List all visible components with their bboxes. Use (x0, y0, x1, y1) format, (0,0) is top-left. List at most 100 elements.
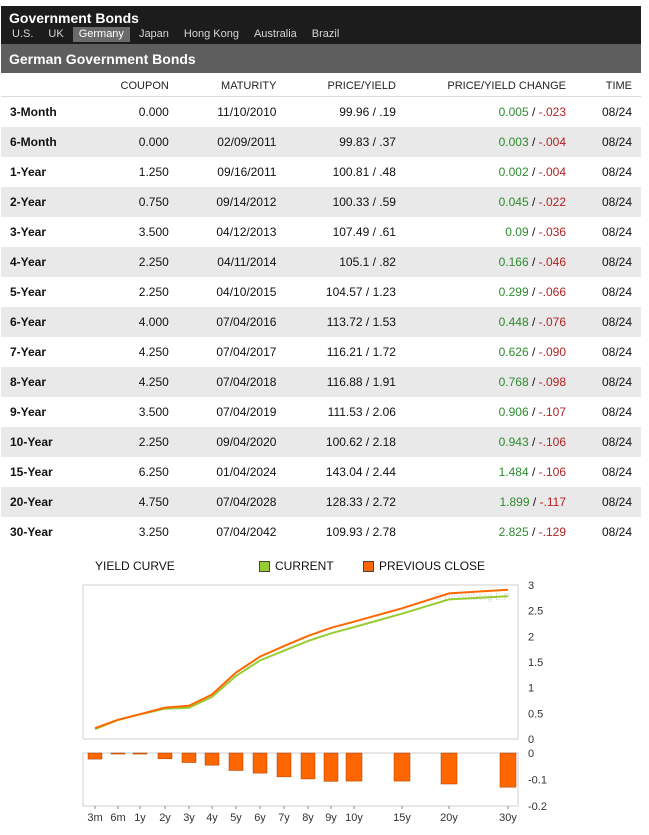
bond-maturity: 07/04/2017 (216, 345, 277, 359)
table-row[interactable]: 9-Year 3.500 07/04/2019 111.53 / 2.06 0.906 … (1, 397, 641, 427)
bond-maturity: 01/04/2024 (216, 465, 277, 479)
y-tick-label: 2.5 (528, 606, 543, 618)
tab-brazil[interactable]: Brazil (306, 27, 346, 42)
bond-time: 08/24 (601, 345, 632, 359)
bond-price-yield: 113.72 / 1.53 (276, 307, 396, 337)
bond-maturity: 04/11/2014 (168, 247, 277, 277)
table-row[interactable]: 6-Year 4.000 07/04/2016 113.72 / 1.53 0.448 … (1, 307, 641, 337)
bond-time: 08/24 (566, 427, 641, 457)
bond-coupon: 2.250 (90, 427, 169, 457)
bond-maturity: 09/16/2011 (217, 165, 277, 179)
bond-time: 08/24 (601, 165, 632, 179)
change-y-tick-label: 0 (528, 748, 534, 760)
change-separator: / (528, 165, 539, 179)
table-row[interactable]: 30-Year 3.250 07/04/2042 109.93 / 2.78 2.825… (1, 517, 641, 547)
change-bar (252, 752, 268, 774)
tab-uk[interactable]: UK (42, 27, 69, 42)
table-row[interactable]: 1-Year 1.250 09/16/2011 100.81 / .48 0.002 /… (1, 157, 641, 187)
yield-change: -.022 (538, 195, 566, 209)
tab-australia[interactable]: Australia (248, 27, 303, 42)
bond-name: 2-Year (1, 187, 91, 217)
table-row[interactable]: 3-Month 0.000 11/10/2010 99.96 / .19 0.005 /… (1, 97, 641, 128)
x-tick-label: 4y (206, 812, 218, 824)
bond-price-yield: 104.57 / 1.23 (325, 285, 396, 299)
bond-maturity: 04/12/2013 (216, 225, 277, 239)
change-bar (181, 752, 197, 763)
bond-time: 08/24 (601, 525, 632, 539)
bond-time: 08/24 (566, 187, 641, 217)
bond-price-yield-change: 1.484 / -.106 (396, 457, 566, 487)
tab-japan[interactable]: Japan (133, 27, 175, 42)
yield-change: -.106 (538, 465, 566, 479)
bond-name: 3-Month (10, 105, 57, 119)
table-row[interactable]: 7-Year 4.250 07/04/2017 116.21 / 1.72 0.626 … (1, 337, 641, 367)
table-row[interactable]: 3-Year 3.500 04/12/2013 107.49 / .61 0.09 / … (1, 217, 641, 247)
bond-price-yield-change: 0.299 / -.066 (396, 277, 566, 307)
y-tick-label: 1.5 (528, 657, 543, 669)
table-row[interactable]: 10-Year 2.250 09/04/2020 100.62 / 2.18 0.943… (1, 427, 641, 457)
change-bar (323, 752, 339, 782)
bond-price-yield-change: 0.003 / -.004 (395, 127, 566, 157)
change-bar (110, 752, 126, 755)
country-tabs: U.S. UK Germany Japan Hong Kong Australia Braz… (6, 27, 348, 42)
bond-price-yield: 109.93 / 2.78 (325, 525, 396, 539)
y-tick-label: 1 (528, 683, 534, 695)
bond-coupon: 3.250 (138, 525, 169, 539)
change-separator: / (528, 375, 539, 389)
bond-coupon: 1.250 (138, 165, 169, 179)
price-change: 1.484 (498, 465, 529, 479)
bond-coupon: 3.500 (138, 405, 169, 419)
tab-u-s[interactable]: U.S. (6, 27, 39, 42)
x-tick-label: 7y (278, 812, 290, 824)
price-change: 0.045 (498, 195, 529, 209)
change-bar (300, 752, 316, 780)
yield-curve-svg: © Bloomberg L.P.00.511.522.530-0.1-0.23m… (82, 580, 547, 824)
change-separator: / (528, 195, 539, 209)
yield-change: -.129 (538, 525, 566, 539)
table-row[interactable]: 2-Year 0.750 09/14/2012 100.33 / .59 0.045 /… (1, 187, 641, 217)
yield-change: -.023 (538, 105, 566, 119)
tab-germany[interactable]: Germany (72, 27, 130, 42)
table-row[interactable]: 20-Year 4.750 07/04/2028 128.33 / 2.72 1.899… (1, 487, 641, 517)
table-row[interactable]: 4-Year 2.250 04/11/2014 105.1 / .82 0.166 / … (1, 247, 641, 277)
change-bar (228, 752, 244, 771)
bond-time: 08/24 (601, 225, 632, 239)
bond-price-yield-change: 0.005 / -.023 (396, 97, 566, 128)
bond-price-yield: 116.88 / 1.91 (276, 367, 396, 397)
bond-time: 08/24 (566, 247, 641, 277)
bond-name: 9-Year (10, 405, 47, 419)
bond-maturity: 04/10/2015 (216, 285, 277, 299)
price-change: 0.906 (498, 405, 529, 419)
bond-maturity: 07/04/2028 (168, 487, 277, 517)
x-tick-label: 9y (325, 812, 337, 824)
bond-name: 3-Year (10, 225, 47, 239)
col-header-price-yield-change: PRICE/YIELD CHANGE (395, 75, 566, 97)
price-change: 2.825 (498, 525, 529, 539)
tab-hong-kong[interactable]: Hong Kong (178, 27, 245, 42)
table-row[interactable]: 15-Year 6.250 01/04/2024 143.04 / 2.44 1.484… (1, 457, 641, 487)
price-change: 1.899 (499, 495, 530, 509)
bond-price-yield-change: 0.09 / -.036 (396, 217, 566, 247)
bond-maturity: 07/04/2016 (168, 307, 277, 337)
table-row[interactable]: 6-Month 0.000 02/09/2011 99.83 / .37 0.003 /… (1, 127, 641, 157)
price-change: 0.626 (498, 345, 529, 359)
chart-title: YIELD CURVE (95, 559, 175, 573)
x-tick-label: 10y (345, 812, 363, 824)
table-row[interactable]: 8-Year 4.250 07/04/2018 116.88 / 1.91 0.768 … (1, 367, 641, 397)
col-header-maturity: MATURITY (168, 75, 277, 97)
bond-maturity: 09/14/2012 (168, 187, 277, 217)
bond-price-yield-change: 0.045 / -.022 (395, 187, 566, 217)
y-tick-label: 2 (528, 631, 534, 643)
price-change: 0.299 (498, 285, 529, 299)
change-bar (276, 752, 292, 778)
bond-price-yield: 111.53 / 2.06 (327, 405, 396, 419)
legend-previous-swatch (363, 560, 374, 572)
table-row[interactable]: 5-Year 2.250 04/10/2015 104.57 / 1.23 0.299 … (1, 277, 641, 307)
price-change: 0.003 (498, 135, 529, 149)
change-bar (87, 752, 103, 760)
bond-price-yield: 116.21 / 1.72 (326, 345, 396, 359)
change-bar (440, 752, 458, 785)
bond-price-yield: 99.83 / .37 (276, 127, 396, 157)
bond-coupon: 6.250 (138, 465, 169, 479)
legend-previous: PREVIOUS CLOSE (363, 559, 485, 573)
